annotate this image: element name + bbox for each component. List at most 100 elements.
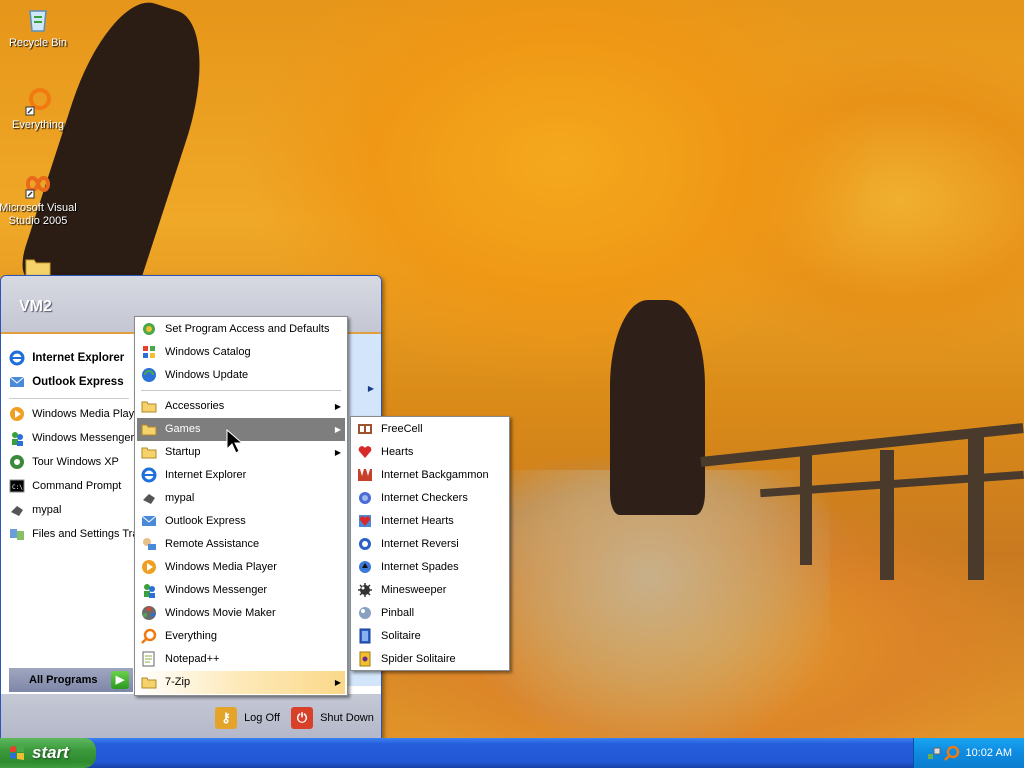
- recent-tour-windows[interactable]: Tour Windows XP: [9, 451, 135, 473]
- mypal-icon: [143, 494, 155, 504]
- freecell-icon: [358, 424, 372, 434]
- game-internet-hearts[interactable]: Internet Hearts: [353, 510, 507, 533]
- desktop-icon-visual-studio[interactable]: Microsoft Visual Studio 2005: [0, 168, 78, 228]
- menu-item-program-access[interactable]: Set Program Access and Defaults: [137, 318, 345, 341]
- system-tray: 10:02 AM: [913, 738, 1024, 768]
- menu-item-internet-explorer[interactable]: Internet Explorer: [137, 464, 345, 487]
- outlook-express-icon: [9, 376, 25, 387]
- wallpaper-fence: [880, 450, 894, 580]
- recent-command-prompt[interactable]: C:\ Command Prompt: [9, 475, 135, 497]
- everything-tray-icon[interactable]: [944, 745, 960, 761]
- menu-item-label: Games: [165, 423, 201, 435]
- desktop-icon-recycle-bin[interactable]: Recycle Bin: [0, 3, 78, 50]
- menu-item-notepadpp[interactable]: Notepad++: [137, 648, 345, 671]
- mouse-cursor-icon: [226, 429, 244, 454]
- game-pinball[interactable]: Pinball: [353, 602, 507, 625]
- reversi-icon: [359, 538, 371, 550]
- menu-item-messenger[interactable]: Windows Messenger: [137, 579, 345, 602]
- menu-item-windows-catalog[interactable]: Windows Catalog: [137, 341, 345, 364]
- internet-hearts-icon: [359, 515, 371, 527]
- shut-down-button[interactable]: ⏻ Shut Down: [291, 706, 374, 730]
- game-solitaire[interactable]: Solitaire: [353, 625, 507, 648]
- network-tray-icon[interactable]: [926, 745, 942, 761]
- arrow-right-icon: ▶: [111, 671, 129, 689]
- menu-item-everything[interactable]: Everything: [137, 625, 345, 648]
- game-label: FreeCell: [381, 423, 423, 435]
- start-label: start: [32, 743, 69, 762]
- right-pane-arrow: ▶: [367, 384, 374, 393]
- recent-label: Windows Messenger: [32, 432, 135, 445]
- recent-transfer-wizard[interactable]: Files and Settings Transfer Wizard: [9, 523, 135, 545]
- all-programs-label: All Programs: [29, 674, 98, 686]
- log-off-button[interactable]: ⚷ Log Off: [215, 706, 280, 730]
- user-name: VM2: [19, 298, 52, 315]
- spades-icon: [359, 561, 371, 573]
- everything-search-icon: [141, 628, 157, 644]
- outlook-express-icon: [141, 515, 157, 526]
- folder-icon: [141, 424, 157, 436]
- internet-explorer-icon: [141, 467, 157, 483]
- menu-item-media-player[interactable]: Windows Media Player: [137, 556, 345, 579]
- menu-item-outlook-express[interactable]: Outlook Express: [137, 510, 345, 533]
- game-label: Internet Checkers: [381, 492, 468, 504]
- submenu-arrow-icon: ▶: [334, 678, 341, 687]
- menu-item-7zip[interactable]: 7-Zip ▶: [137, 671, 345, 694]
- minesweeper-icon: [358, 583, 372, 597]
- everything-search-icon: [25, 88, 51, 116]
- game-label: Internet Reversi: [381, 538, 459, 550]
- recent-label: mypal: [32, 504, 62, 517]
- start-menu-footer: ⚷ Log Off ⏻ Shut Down: [1, 694, 381, 740]
- desktop-icon-label: Microsoft Visual Studio 2005: [0, 202, 77, 227]
- all-programs-button[interactable]: All Programs ▶: [9, 668, 133, 692]
- menu-item-label: 7-Zip: [165, 676, 191, 688]
- menu-item-label: Remote Assistance: [165, 538, 260, 550]
- game-internet-checkers[interactable]: Internet Checkers: [353, 487, 507, 510]
- menu-item-label: Accessories: [165, 400, 225, 412]
- recent-media-player[interactable]: Windows Media Player: [9, 403, 135, 425]
- game-hearts[interactable]: Hearts: [353, 441, 507, 464]
- key-icon: ⚷: [215, 707, 237, 730]
- menu-item-label: Outlook Express: [165, 515, 246, 527]
- shut-down-label: Shut Down: [320, 712, 374, 724]
- game-internet-backgammon[interactable]: Internet Backgammon: [353, 464, 507, 487]
- taskbar: start 10:02 AM: [0, 738, 1024, 768]
- pinned-outlook-express[interactable]: Outlook Express: [9, 371, 135, 393]
- pinned-label: Outlook Express: [32, 376, 124, 388]
- media-player-icon: [142, 560, 156, 574]
- game-internet-reversi[interactable]: Internet Reversi: [353, 533, 507, 556]
- messenger-icon: [12, 432, 23, 447]
- recent-label: Windows Media Player: [32, 408, 135, 421]
- recent-mypal[interactable]: mypal: [9, 499, 135, 521]
- submenu-arrow-icon: ▶: [334, 402, 341, 411]
- game-freecell[interactable]: FreeCell: [353, 418, 507, 441]
- menu-item-label: Notepad++: [165, 653, 220, 665]
- pinned-internet-explorer[interactable]: Internet Explorer: [9, 347, 135, 369]
- menu-item-movie-maker[interactable]: Windows Movie Maker: [137, 602, 345, 625]
- menu-item-remote-assistance[interactable]: Remote Assistance: [137, 533, 345, 556]
- menu-item-accessories[interactable]: Accessories ▶: [137, 395, 345, 418]
- windows-update-icon: [142, 368, 156, 382]
- games-menu: FreeCell Hearts Internet Backgammon Inte…: [350, 416, 510, 671]
- pinball-icon: [359, 607, 371, 619]
- power-icon: ⏻: [291, 707, 313, 730]
- desktop-icon-everything[interactable]: Everything: [0, 85, 78, 132]
- game-label: Pinball: [381, 607, 415, 619]
- mypal-icon: [11, 506, 23, 517]
- game-label: Internet Spades: [381, 561, 459, 573]
- start-button[interactable]: start: [0, 738, 96, 768]
- visual-studio-icon: [25, 176, 51, 199]
- folder-icon: [141, 677, 157, 689]
- recent-messenger[interactable]: Windows Messenger: [9, 427, 135, 449]
- menu-item-mypal[interactable]: mypal: [137, 487, 345, 510]
- windows-logo-icon: [10, 745, 24, 760]
- clock[interactable]: 10:02 AM: [966, 738, 1012, 768]
- svg-text:C:\: C:\: [12, 484, 23, 491]
- game-spider-solitaire[interactable]: Spider Solitaire: [353, 648, 507, 671]
- internet-explorer-icon: [9, 350, 25, 366]
- menu-item-windows-update[interactable]: Windows Update: [137, 364, 345, 387]
- game-minesweeper[interactable]: Minesweeper: [353, 579, 507, 602]
- recent-label: Tour Windows XP: [32, 456, 119, 469]
- folder-icon: [141, 447, 157, 459]
- game-internet-spades[interactable]: Internet Spades: [353, 556, 507, 579]
- spider-solitaire-icon: [359, 651, 371, 667]
